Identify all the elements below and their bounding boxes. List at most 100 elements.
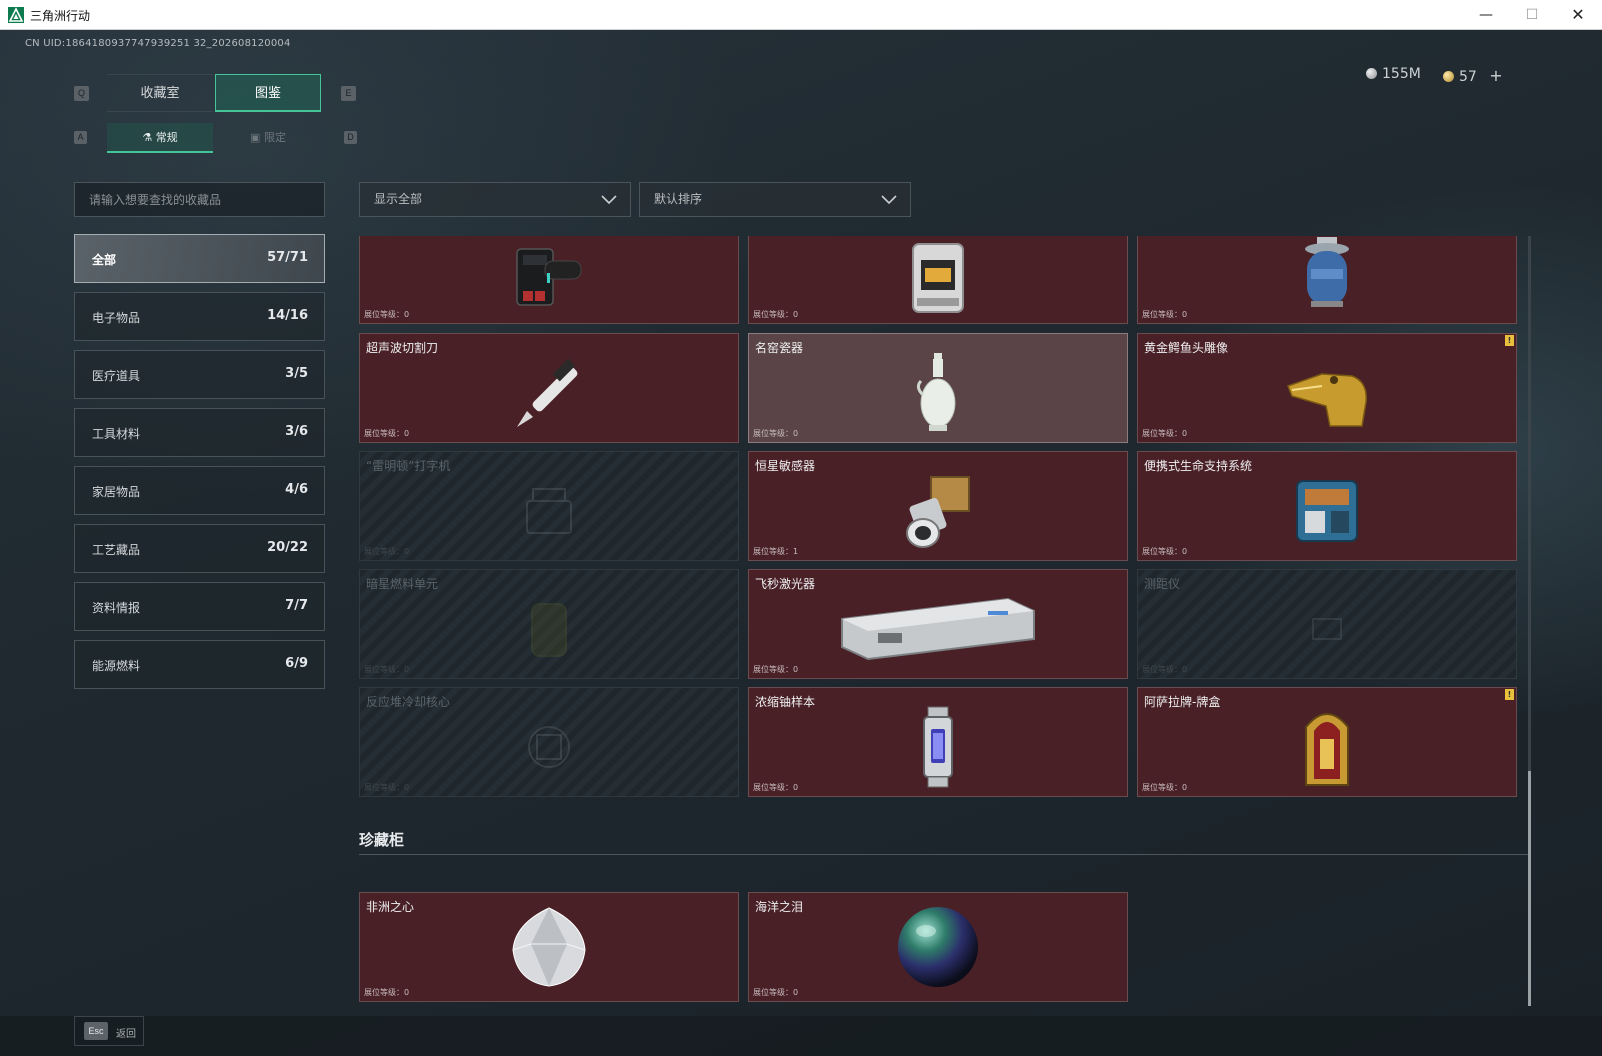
category-label: 全部 (92, 253, 117, 267)
level-value: 0 (793, 783, 799, 792)
level-value: 1 (793, 547, 799, 556)
collection-card[interactable]: 非洲之心 展位等级：0 (359, 892, 739, 1002)
grid-scrollbar[interactable] (1528, 236, 1531, 1006)
category-crafts[interactable]: 工艺藏品 20/22 (74, 524, 325, 573)
gold-amount: 57 (1459, 69, 1477, 85)
level-label: 展位等级： (753, 665, 793, 674)
level-label: 展位等级： (364, 310, 404, 319)
silver-amount: 155M (1382, 66, 1421, 82)
level-label: 展位等级： (1142, 665, 1182, 674)
item-name: 黄金鳄鱼头雕像 (1144, 341, 1229, 355)
silver-coin-icon (1366, 68, 1377, 79)
close-button[interactable]: ✕ (1555, 0, 1601, 30)
tab-collection-room[interactable]: 收藏室 (107, 74, 213, 112)
item-name: 暗星燃料单元 (366, 577, 439, 591)
level-value: 0 (793, 665, 799, 674)
category-label: 工具材料 (92, 427, 141, 441)
tab-codex[interactable]: 图鉴 (215, 74, 321, 112)
collection-grid: 展位等级：0 展位等级：0 展位等级：0 超声波切割刀 展位等级：0 名窑瓷器 … (359, 236, 1529, 1006)
item-name: 测距仪 (1144, 577, 1181, 591)
level-label: 展位等级： (753, 310, 793, 319)
gold-currency: 57 + (1443, 66, 1503, 85)
collection-card[interactable]: 名窑瓷器 展位等级：0 (748, 333, 1128, 443)
search-input[interactable] (74, 182, 325, 217)
level-value: 0 (1182, 547, 1188, 556)
level-value: 0 (404, 429, 410, 438)
level-label: 展位等级： (364, 665, 404, 674)
golden-crocodile-icon (1287, 373, 1367, 428)
category-tools[interactable]: 工具材料 3/6 (74, 408, 325, 457)
subtab-normal[interactable]: ⚗ 常规 (107, 123, 213, 153)
subtab-limited[interactable]: ▣ 限定 (215, 123, 321, 153)
window-title: 三角洲行动 (30, 9, 91, 23)
collection-card[interactable]: 恒星敏感器 展位等级：1 (748, 451, 1128, 561)
category-energy[interactable]: 能源燃料 6/9 (74, 640, 325, 689)
collection-card[interactable]: 黄金鳄鱼头雕像 ! 展位等级：0 (1137, 333, 1517, 443)
level-label: 展位等级： (1142, 547, 1182, 556)
chevron-down-icon (881, 195, 897, 205)
user-uid: CN UID:1864180937747939251 32_2026081200… (25, 38, 291, 49)
level-value: 0 (1182, 665, 1188, 674)
level-label: 展位等级： (364, 988, 404, 997)
level-value: 0 (404, 665, 410, 674)
item-name: 反应堆冷却核心 (366, 695, 451, 709)
scrollbar-thumb[interactable] (1528, 771, 1531, 1006)
dropdown-value: 显示全部 (374, 192, 423, 206)
category-count: 6/9 (285, 656, 308, 671)
level-value: 0 (404, 783, 410, 792)
minimize-button[interactable]: — (1463, 0, 1509, 30)
window-titlebar: 三角洲行动 — ☐ ✕ (0, 0, 1602, 30)
item-name: 海洋之泪 (755, 900, 804, 914)
fuel-cell-icon (531, 603, 567, 658)
level-value: 0 (1182, 783, 1188, 792)
add-gold-button[interactable]: + (1489, 66, 1502, 85)
collection-card-locked[interactable]: 反应堆冷却核心 展位等级：0 (359, 687, 739, 797)
section-title-vault: 珍藏柜 (359, 831, 405, 849)
level-label: 展位等级： (753, 988, 793, 997)
collection-card[interactable]: 展位等级：0 (748, 236, 1128, 324)
collection-card-locked[interactable]: “雷明顿”打字机 展位等级：0 (359, 451, 739, 561)
collection-card[interactable]: 飞秒激光器 展位等级：0 (748, 569, 1128, 679)
maximize-button[interactable]: ☐ (1509, 0, 1555, 30)
category-electronics[interactable]: 电子物品 14/16 (74, 292, 325, 341)
back-label: 返回 (116, 1029, 136, 1040)
item-name: “雷明顿”打字机 (366, 459, 451, 473)
collection-card-locked[interactable]: 测距仪 展位等级：0 (1137, 569, 1517, 679)
diamond-icon (512, 907, 586, 987)
collection-card[interactable]: 浓缩铀样本 展位等级：0 (748, 687, 1128, 797)
section-divider (359, 854, 1529, 855)
category-label: 医疗道具 (92, 369, 141, 383)
collection-card-locked[interactable]: 暗星燃料单元 展位等级：0 (359, 569, 739, 679)
item-name: 浓缩铀样本 (755, 695, 816, 709)
category-label: 工艺藏品 (92, 543, 141, 557)
category-count: 7/7 (285, 598, 308, 613)
collection-card[interactable]: 海洋之泪 展位等级：0 (748, 892, 1128, 1002)
collection-card[interactable]: 展位等级：0 (359, 236, 739, 324)
reactor-core-icon (528, 726, 570, 769)
collection-card[interactable]: 阿萨拉牌-牌盒 ! 展位等级：0 (1137, 687, 1517, 797)
collection-card[interactable]: 便携式生命支持系统 展位等级：0 (1137, 451, 1517, 561)
reactor-lamp-icon (912, 243, 964, 313)
gold-coin-icon (1443, 71, 1454, 82)
level-value: 0 (793, 429, 799, 438)
level-value: 0 (404, 988, 410, 997)
category-all[interactable]: 全部 57/71 (74, 234, 325, 283)
collection-card[interactable]: 展位等级：0 (1137, 236, 1517, 324)
sort-dropdown[interactable]: 默认排序 (639, 182, 911, 217)
category-medical[interactable]: 医疗道具 3/5 (74, 350, 325, 399)
category-household[interactable]: 家居物品 4/6 (74, 466, 325, 515)
ocean-pearl-icon (898, 907, 978, 987)
app-content: CN UID:1864180937747939251 32_2026081200… (0, 30, 1602, 1056)
display-filter-dropdown[interactable]: 显示全部 (359, 182, 631, 217)
level-label: 展位等级： (753, 783, 793, 792)
level-label: 展位等级： (1142, 310, 1182, 319)
subtab-label: 限定 (263, 131, 286, 144)
item-name: 便携式生命支持系统 (1144, 459, 1253, 473)
collection-card[interactable]: 超声波切割刀 展位等级：0 (359, 333, 739, 443)
item-name: 超声波切割刀 (366, 341, 439, 355)
flask-icon: ⚗ (142, 131, 153, 144)
typewriter-icon (526, 488, 572, 535)
category-intel[interactable]: 资料情报 7/7 (74, 582, 325, 631)
chevron-down-icon (601, 195, 617, 205)
category-count: 20/22 (267, 540, 308, 555)
